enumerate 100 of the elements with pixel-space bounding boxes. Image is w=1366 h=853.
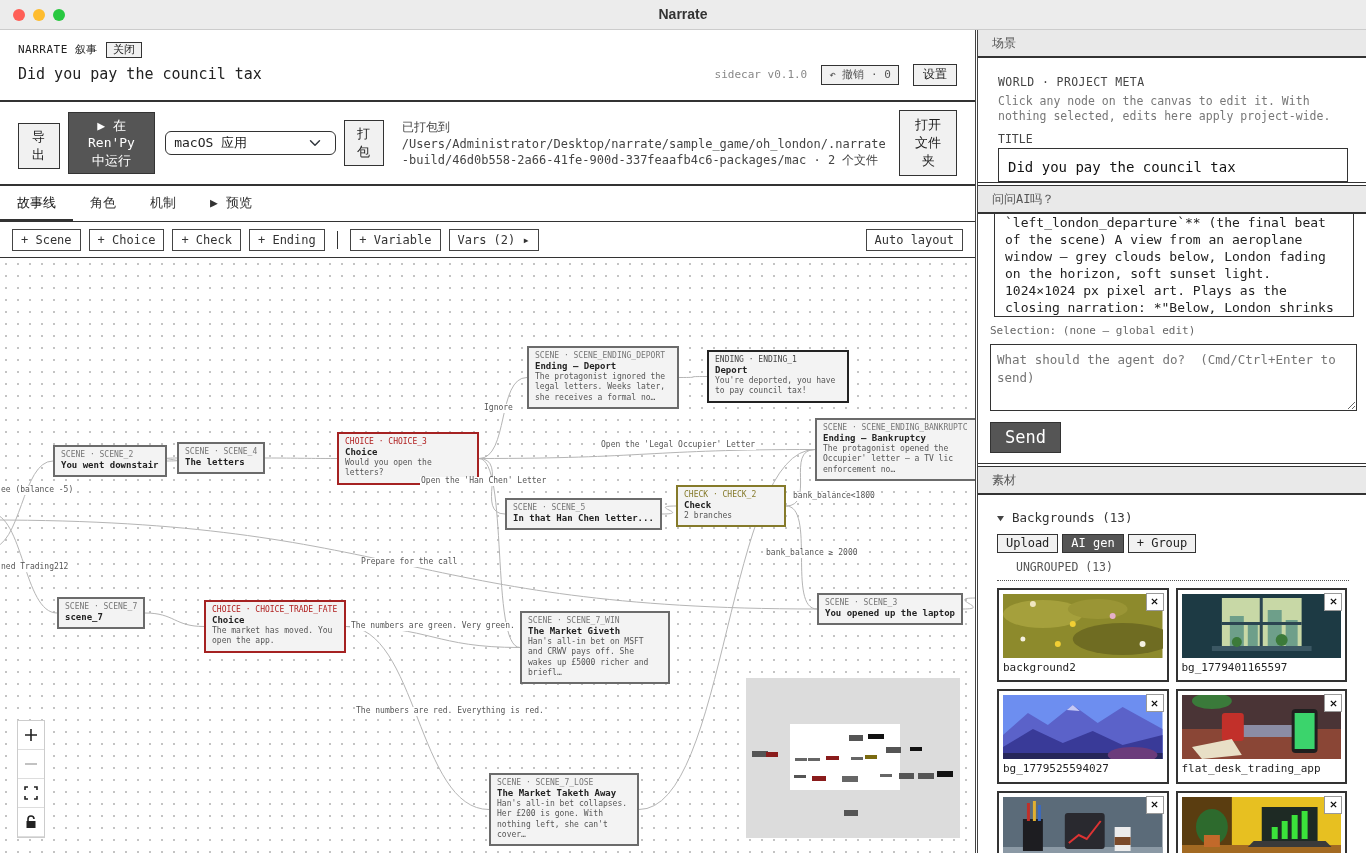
package-path: /Users/Administrator/Desktop/narrate/sample_game/oh_london/.narrate-build/46d0b558-2a66-41fe-900d-337feaafb4c6-packages/mac · 2 个文件 xyxy=(401,135,887,169)
status-label: 已打包到 xyxy=(401,118,451,136)
tab[interactable]: 角色 xyxy=(73,186,133,222)
lock-icon xyxy=(24,815,38,829)
connector-line xyxy=(962,597,975,610)
close-button[interactable] xyxy=(13,9,25,21)
edge-label: Ignore xyxy=(483,404,514,413)
node-title: The letters xyxy=(185,456,246,468)
remove-button[interactable] xyxy=(1324,795,1342,814)
story-node[interactable]: SCENE · SCENE_7_LOSE The Market Taketh Away Han's all-in bet collapses. Her £200 is gone. With nothing left, she can't cover… xyxy=(489,773,639,847)
node-description: 2 branches xyxy=(684,510,734,522)
export-button[interactable]: 导出 xyxy=(18,123,60,169)
settings-button[interactable]: 设置 xyxy=(913,64,957,86)
close-icon xyxy=(1329,699,1337,707)
remove-button[interactable] xyxy=(1145,694,1164,713)
story-node[interactable]: SCENE · SCENE_2 You went downstair xyxy=(53,445,167,477)
node-description: The market has moved. You open the app. xyxy=(212,625,334,647)
node-title: Choice xyxy=(345,446,379,458)
package-button[interactable]: 打包 xyxy=(343,120,384,166)
open-folder-button[interactable]: 打开文件夹 xyxy=(899,110,957,176)
add-variable-button[interactable]: + Variable xyxy=(350,228,441,251)
project-title: Did you pay the council tax xyxy=(18,63,262,85)
node-title: The Market Giveth xyxy=(528,625,622,637)
tab[interactable]: 机制 xyxy=(133,186,193,222)
node-type-label: SCENE · SCENE_7_LOSE xyxy=(497,778,595,788)
asset-card[interactable] xyxy=(997,790,1169,853)
connector-line xyxy=(166,457,178,462)
story-node[interactable]: SCENE · SCENE_7 scene_7 xyxy=(57,597,146,629)
story-node[interactable]: CHOICE · CHOICE_TRADE_FATE Choice The market has moved. You open the app. xyxy=(204,600,346,653)
asset-action-button[interactable]: AI gen xyxy=(1062,533,1124,554)
node-description: The protagonist opened the Occupier' letter — a TV lic enforcement no… xyxy=(823,443,955,475)
story-node[interactable]: SCENE · SCENE_7_WIN The Market Giveth Han's all-in bet on MSFT and CRWV pays off. She wakes up £5000 richer and briefl… xyxy=(520,611,670,685)
node-type-label: SCENE · SCENE_5 xyxy=(513,503,587,513)
minimap-drawing[interactable] xyxy=(746,678,960,838)
auto-layout-button[interactable]: Auto layout xyxy=(865,228,963,251)
asset-name: flat_desk_trading_app xyxy=(1181,761,1322,778)
remove-button[interactable] xyxy=(1324,592,1342,611)
node-type-label: SCENE · SCENE_ENDING_DEPORT xyxy=(535,351,667,361)
node-title: You went downstair xyxy=(61,459,159,471)
asset-card[interactable]: bg_1779525594027 xyxy=(997,689,1169,784)
asset-card[interactable]: bg_1779401165597 xyxy=(1175,587,1347,683)
add-node-button[interactable]: + Ending xyxy=(248,228,325,251)
node-type-label: SCENE · SCENE_ENDING_BANKRUPTC xyxy=(823,423,969,433)
close-project-button[interactable]: 关闭 xyxy=(106,42,142,59)
node-description: Han's all-in bet on MSFT and CRWV pays off. She wakes up £5000 richer and briefl… xyxy=(528,636,650,679)
add-node-button[interactable]: + Scene xyxy=(12,228,81,251)
window-title: Narrate xyxy=(658,5,708,24)
section-label: WORLD · PROJECT META xyxy=(998,74,1146,91)
edge-label: bank_balance<1800 xyxy=(792,492,876,501)
node-description: The protagonist ignored the legal letters. Weeks later, she receives a formal no… xyxy=(535,371,667,403)
target-select[interactable]: macOS 应用 xyxy=(165,131,336,155)
asset-card[interactable]: flat_desk_trading_app xyxy=(1175,689,1347,784)
remove-button[interactable] xyxy=(1145,795,1164,814)
story-node[interactable]: SCENE · SCENE_ENDING_DEPORT Ending — Deport The protagonist ignored the legal letters. Weeks later, she receives a formal no… xyxy=(527,346,679,409)
edge-label: bank_balance ≥ 2000 xyxy=(765,549,859,558)
story-node[interactable]: ENDING · ENDING_1 Deport You're deported, you have to pay council tax! xyxy=(707,350,849,403)
node-type-label: SCENE · SCENE_7 xyxy=(65,602,138,612)
node-description: Han's all-in bet collapses. Her £200 is gone. With nothing left, she can't cover… xyxy=(497,798,629,841)
node-type-label: SCENE · SCENE_7_WIN xyxy=(528,616,621,626)
asset-card[interactable] xyxy=(1175,790,1347,853)
asset-action-button[interactable]: Upload xyxy=(997,533,1059,554)
asset-name: bg_1779525594027 xyxy=(1003,761,1110,778)
node-title: You opened up the laptop xyxy=(825,607,956,619)
variables-button[interactable]: Vars (2) ▸ xyxy=(448,228,539,251)
group-toggle[interactable]: Backgrounds (13) xyxy=(997,509,1133,528)
node-type-label: CHECK · CHECK_2 xyxy=(684,490,758,500)
assistant-message: `left_london_departure`** (the final beat of the scene) A view from an aeroplane window — grey clouds below, London fading on the horizon, soft sunset light. 1024×1024 px pixel art. Plays as the closing narration: *"Below, London shrinks xyxy=(1005,214,1335,316)
add-node-button[interactable]: + Choice xyxy=(88,228,165,251)
undo-button[interactable]: ↶ 撤销 · 0 xyxy=(821,64,899,85)
version-label: sidecar v0.1.0 xyxy=(714,66,808,83)
prompt-field[interactable]: What should the agent do? (Cmd/Ctrl+Enter to send) xyxy=(990,343,1357,411)
node-title: scene_7 xyxy=(65,611,104,623)
edge-label: Open the 'Han Chen' Letter xyxy=(420,477,548,486)
panel-header: 场景 xyxy=(978,30,1366,58)
story-node[interactable]: SCENE · SCENE_ENDING_BANKRUPTC Ending — Bankruptcy The protagonist opened the Occupier' letter — a TV lic enforcement no… xyxy=(815,418,975,481)
node-type-label: ENDING · ENDING_1 xyxy=(715,355,798,365)
asset-action-button[interactable]: + Group xyxy=(1127,533,1197,554)
story-node[interactable]: SCENE · SCENE_4 The letters xyxy=(177,442,266,474)
close-icon xyxy=(1329,801,1337,809)
tab[interactable]: 故事线 xyxy=(0,186,73,222)
fit-view-icon xyxy=(24,786,38,800)
send-button[interactable]: Send xyxy=(990,421,1061,453)
story-node[interactable]: CHECK · CHECK_2 Check 2 branches xyxy=(676,485,786,528)
story-node[interactable]: SCENE · SCENE_3 You opened up the laptop xyxy=(817,593,964,625)
run-button[interactable]: ▶ 在 Ren'Py 中运行 xyxy=(67,112,156,174)
asset-name: bg_1779401165597 xyxy=(1181,659,1289,676)
help-text: Click any node on the canvas to edit it. With nothing selected, edits here apply project-wide. xyxy=(998,94,1332,125)
node-title: The Market Taketh Away xyxy=(497,787,618,799)
field-label: TITLE xyxy=(998,131,1034,149)
tab[interactable]: ▶ 预览 xyxy=(193,186,269,222)
add-node-button[interactable]: + Check xyxy=(172,228,241,251)
node-title: Check xyxy=(684,499,713,511)
remove-button[interactable] xyxy=(1324,694,1342,713)
edge-label: Prepare for the call xyxy=(360,558,459,567)
remove-button[interactable] xyxy=(1145,592,1164,611)
asset-card[interactable]: background2 xyxy=(997,587,1169,683)
story-node[interactable]: SCENE · SCENE_5 In that Han Chen letter... xyxy=(505,498,662,530)
edge-label: The numbers are green. Very green. xyxy=(350,622,516,631)
title-field[interactable]: Did you pay the council tax xyxy=(998,148,1348,182)
connector-line xyxy=(144,612,205,627)
